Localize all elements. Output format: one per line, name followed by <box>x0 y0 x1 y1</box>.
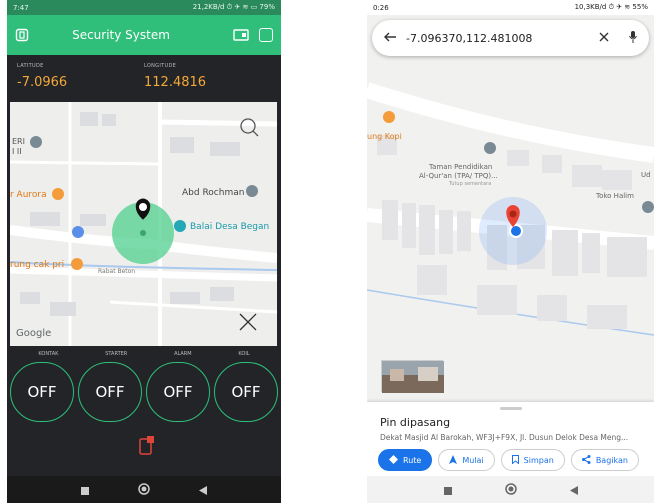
kontak-button[interactable]: OFF <box>10 362 74 422</box>
share-label: Bagikan <box>595 455 628 465</box>
longitude-widget: LONGITUDE 112.4816 <box>144 63 271 90</box>
google-logo: Google <box>16 328 52 339</box>
status-icons-2: 10,3KB/d ⏱ ✈ ≋ 55% <box>574 3 648 11</box>
device-icon[interactable] <box>233 29 249 41</box>
map-view[interactable]: ung Kopi Taman Pendidikan Al-Qur'an (TPA… <box>367 15 654 407</box>
kontak-label: KONTAK <box>38 351 59 357</box>
map-label-eri: ERI <box>12 137 25 146</box>
place-address: Dekat Masjid Al Barokah, WF3J+F9X, Jl. D… <box>380 433 629 442</box>
longitude-label: LONGITUDE <box>144 63 177 69</box>
save-label: Simpan <box>523 455 554 465</box>
action-chips: Rute Mulai Simpan Bagikan <box>378 449 641 471</box>
map-label-warung: rung cak pri <box>10 260 65 270</box>
home-icon[interactable] <box>138 480 150 499</box>
map-label-aurora: r Aurora <box>10 190 47 200</box>
control-labels: KONTAK STARTER ALARM KOIL <box>7 351 281 357</box>
place-title: Pin dipasang <box>380 416 451 429</box>
starter-label: STARTER <box>105 351 128 357</box>
map-view-roads <box>367 15 654 407</box>
place-sheet[interactable]: Pin dipasang Dekat Masjid Al Barokah, WF… <box>367 402 654 476</box>
back-icon[interactable] <box>198 480 207 499</box>
map-label-rabat-beton: Rabat Beton <box>98 268 136 275</box>
stop-button[interactable] <box>259 28 273 42</box>
bookmark-icon <box>511 454 519 466</box>
search-query[interactable]: -7.096370,112.481008 <box>406 32 599 45</box>
directions-icon <box>389 454 398 466</box>
status-icons: 21,2KB/d ⏱ ✈ ≋ ▭ 79% <box>192 3 275 11</box>
gps-values: LATITUDE -7.0966 LONGITUDE 112.4816 <box>7 55 281 90</box>
starter-button[interactable]: OFF <box>78 362 142 422</box>
latitude-widget: LATITUDE -7.0966 <box>17 63 144 90</box>
app-title: Security System <box>72 28 170 42</box>
latitude-label: LATITUDE <box>17 63 44 69</box>
route-label: Rute <box>403 455 422 465</box>
control-buttons: OFF OFF OFF OFF <box>10 362 278 422</box>
notification-icon[interactable] <box>138 436 154 456</box>
home-icon-2[interactable] <box>504 480 517 499</box>
clear-icon[interactable] <box>599 32 609 45</box>
alarm-button[interactable]: OFF <box>146 362 210 422</box>
map-widget[interactable]: ERI I II r Aurora Abd Rochman Balai Desa… <box>10 102 277 346</box>
street-view-thumbnail[interactable] <box>381 360 444 393</box>
map-label-taman-2: Al-Qur'an (TPA/ TPQ)... <box>419 172 498 180</box>
start-label: Mulai <box>462 455 484 465</box>
recents-icon-2[interactable] <box>443 480 452 499</box>
map-label-toko-halim: Toko Halim <box>596 192 634 200</box>
save-button[interactable]: Simpan <box>500 449 565 471</box>
back-arrow-icon[interactable] <box>384 32 396 45</box>
alarm-label: ALARM <box>174 351 192 357</box>
map-label-eri-2: I II <box>12 147 22 156</box>
sheet-handle[interactable] <box>500 407 522 410</box>
koil-button[interactable]: OFF <box>214 362 278 422</box>
route-button[interactable]: Rute <box>378 449 433 471</box>
status-bar: 7:47 21,2KB/d ⏱ ✈ ≋ ▭ 79% <box>7 0 281 15</box>
recents-icon[interactable] <box>81 480 90 499</box>
map-label-kopi: ung Kopi <box>367 132 402 141</box>
share-icon <box>581 454 591 466</box>
android-nav-bar-2 <box>367 476 654 503</box>
share-button[interactable]: Bagikan <box>570 449 639 471</box>
map-label-balai-desa: Balai Desa Began <box>190 222 270 232</box>
status-bar-2: 0:26 10,3KB/d ⏱ ✈ ≋ 55% <box>367 0 654 15</box>
microphone-icon[interactable] <box>629 30 637 46</box>
latitude-value: -7.0966 <box>17 75 68 90</box>
navigation-icon <box>449 454 458 466</box>
longitude-value: 112.4816 <box>144 75 207 90</box>
google-maps-screen: 0:26 10,3KB/d ⏱ ✈ ≋ 55% ung Kopi Taman P… <box>367 0 654 503</box>
status-time: 7:47 <box>13 3 29 12</box>
koil-label: KOIL <box>238 351 250 357</box>
android-nav-bar <box>7 476 281 503</box>
status-time-2: 0:26 <box>373 3 389 12</box>
back-icon-2[interactable] <box>569 480 578 499</box>
map-label-ud: Ud <box>641 171 651 179</box>
start-button[interactable]: Mulai <box>438 449 495 471</box>
blynk-app-screen: 7:47 21,2KB/d ⏱ ✈ ≋ ▭ 79% Security Syste… <box>7 0 281 503</box>
map-label-abd-rochman: Abd Rochman <box>182 188 245 198</box>
app-bar: Security System <box>7 15 281 55</box>
map-label-taman-3: Tutup sementara <box>449 181 492 187</box>
search-bar[interactable]: -7.096370,112.481008 <box>372 20 649 56</box>
map-label-taman-1: Taman Pendidikan <box>429 163 493 171</box>
